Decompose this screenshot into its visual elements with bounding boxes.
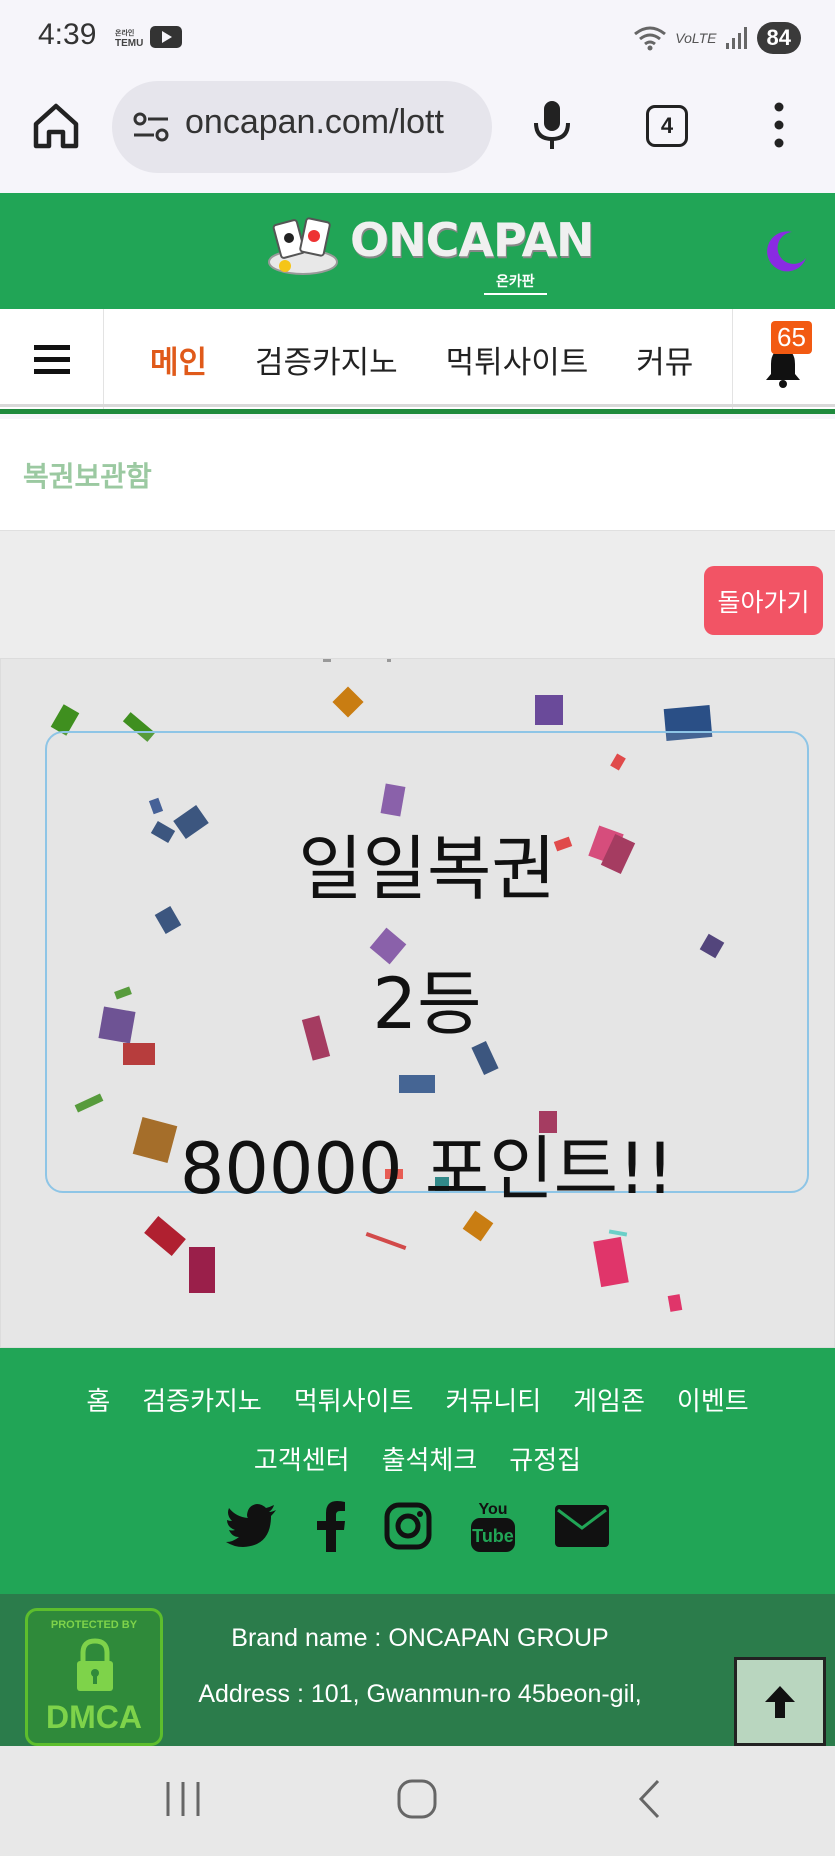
nav-item-verified-casino[interactable]: 검증카지노 (255, 337, 398, 382)
footer-link-verified-casino[interactable]: 검증카지노 (142, 1374, 262, 1430)
footer-link-scam-sites[interactable]: 먹튀사이트 (294, 1374, 414, 1430)
lottery-result-area: 일일복권 2등 80000 포인트!! (0, 658, 835, 1348)
status-time: 4:39 (38, 18, 97, 51)
volte-indicator: VoLTE (675, 30, 717, 46)
footer-links: 홈 검증카지노 먹튀사이트 커뮤니티 게임존 이벤트고객센터 출석체크 규정집 (0, 1374, 835, 1492)
nav-item-scam-sites[interactable]: 먹튀사이트 (446, 337, 589, 382)
dark-mode-moon-icon[interactable] (762, 228, 808, 274)
cards-logo-icon (268, 217, 338, 275)
mail-icon[interactable] (554, 1504, 610, 1548)
instagram-icon[interactable] (384, 1502, 432, 1550)
dmca-bottom-text: DMCA (46, 1699, 142, 1735)
site-header: ONCAPAN 온카판 (0, 193, 835, 309)
nav-item-main[interactable]: 메인 (150, 337, 207, 382)
svg-text:You: You (478, 1501, 507, 1518)
site-settings-icon[interactable] (132, 108, 170, 146)
logo-subtext: 온카판 (484, 271, 547, 295)
company-info-bar: PROTECTED BY DMCA Brand name : ONCAPAN G… (0, 1594, 835, 1746)
social-links: You Tube (0, 1498, 835, 1554)
browser-toolbar: oncapan.com/lott 4 (0, 75, 835, 193)
footer-link-rules[interactable]: 규정집 (509, 1433, 581, 1489)
youtube-icon (150, 26, 182, 48)
wifi-icon (634, 26, 667, 51)
lottery-name: 일일복권 (298, 828, 556, 910)
site-footer: 홈 검증카지노 먹튀사이트 커뮤니티 게임존 이벤트고객센터 출석체크 규정집 You Tub… (0, 1348, 835, 1594)
footer-link-community[interactable]: 커뮤니티 (445, 1374, 541, 1430)
lottery-result-card: 일일복권 2등 80000 포인트!! (45, 731, 809, 1210)
temu-label: TEMU (115, 38, 144, 49)
footer-link-attendance[interactable]: 출석체크 (382, 1433, 478, 1489)
lock-icon (77, 1638, 113, 1691)
footer-link-support[interactable]: 고객센터 (254, 1433, 350, 1489)
home-circle-icon[interactable] (394, 1776, 440, 1822)
brand-name-text: Brand name : ONCAPAN GROUP (231, 1624, 609, 1652)
scroll-to-top-button[interactable] (734, 1657, 826, 1746)
status-icons: VoLTE 84 (633, 20, 801, 56)
address-text: Address : 101, Gwanmun-ro 45beon-gil, (198, 1680, 642, 1708)
nav-items: 메인 검증카지노 먹튀사이트 커뮤 (104, 309, 732, 409)
footer-link-game-zone[interactable]: 게임존 (573, 1374, 645, 1430)
hamburger-menu-icon[interactable] (0, 309, 104, 409)
tab-switcher-button[interactable]: 4 (646, 105, 688, 147)
notifications-button[interactable]: 65 (732, 309, 835, 409)
status-bar: 4:39 온라인 TEMU VoLTE 84 (0, 0, 835, 75)
dmca-top-text: PROTECTED BY (50, 1619, 138, 1631)
svg-text:Tube: Tube (472, 1526, 514, 1546)
notification-count-badge: 65 (771, 321, 812, 354)
facebook-icon[interactable] (316, 1500, 346, 1552)
nav-item-community[interactable]: 커뮤 (636, 337, 693, 382)
back-arrow-icon[interactable] (628, 1776, 674, 1822)
back-area: 돌아가기 (0, 531, 835, 658)
page-title: 복권보관함 (23, 460, 152, 493)
signal-icon (725, 27, 747, 49)
logo-text: ONCAPAN (350, 213, 595, 267)
arrow-up-icon (765, 1686, 795, 1718)
page-title-bar: 복권보관함 (0, 419, 835, 531)
twitter-icon[interactable] (225, 1504, 278, 1548)
footer-link-home[interactable]: 홈 (86, 1374, 110, 1430)
home-icon[interactable] (30, 100, 82, 152)
main-nav: 메인 검증카지노 먹튀사이트 커뮤 65 (0, 309, 835, 414)
site-logo[interactable]: ONCAPAN 온카판 (262, 211, 595, 295)
microphone-icon[interactable] (530, 99, 574, 151)
footer-link-events[interactable]: 이벤트 (677, 1374, 749, 1430)
battery-indicator: 84 (756, 22, 801, 54)
dmca-badge[interactable]: PROTECTED BY DMCA (25, 1608, 163, 1746)
back-button[interactable]: 돌아가기 (704, 566, 823, 635)
address-bar[interactable]: oncapan.com/lott (112, 81, 492, 173)
url-text[interactable]: oncapan.com/lott (185, 103, 444, 142)
temu-icon: 온라인 TEMU (115, 30, 144, 49)
lottery-prize: 80000 포인트!! (179, 1128, 675, 1210)
android-navigation-bar (0, 1746, 835, 1856)
recent-apps-icon[interactable] (160, 1776, 206, 1822)
lottery-rank: 2등 (372, 963, 482, 1045)
youtube-icon[interactable]: You Tube (470, 1498, 516, 1554)
more-options-icon[interactable] (766, 99, 792, 151)
